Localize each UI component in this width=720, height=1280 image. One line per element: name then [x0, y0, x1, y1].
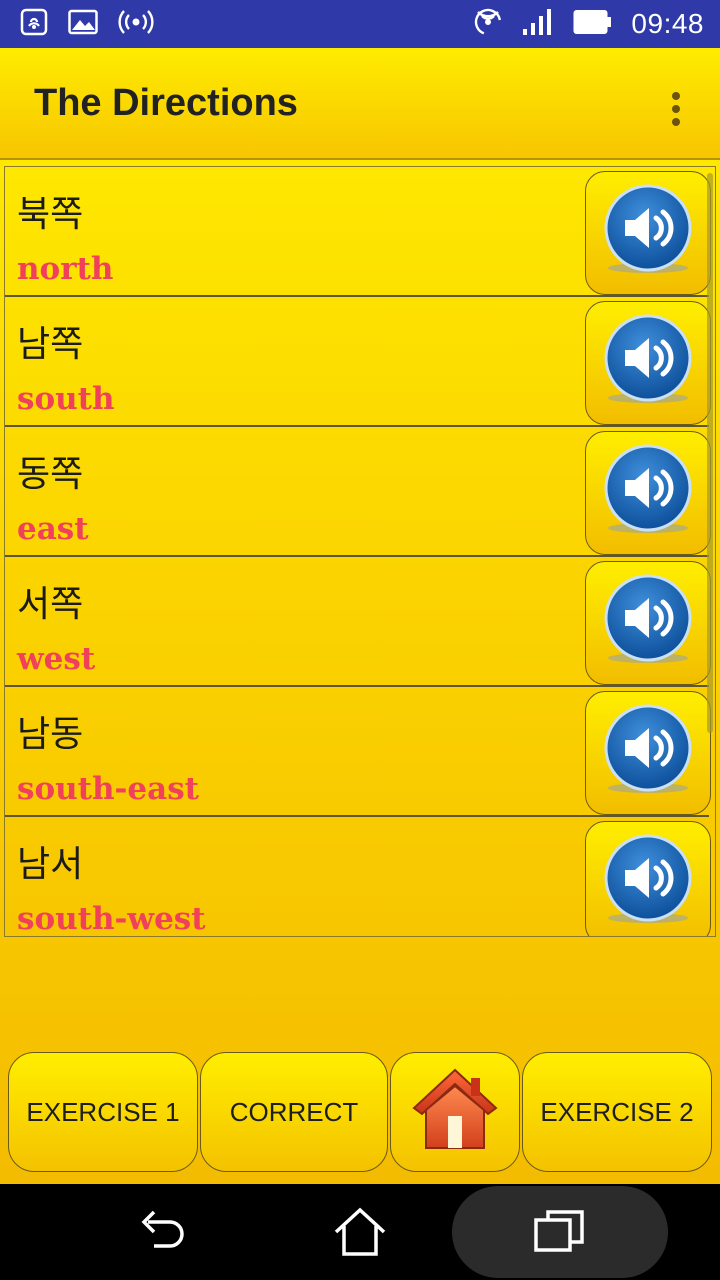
- status-bar: 09:48: [0, 0, 720, 48]
- nfc-icon: [20, 8, 48, 40]
- word-korean: 동쪽: [17, 454, 84, 495]
- list-item: 북쪽 north: [5, 167, 711, 297]
- status-time: 09:48: [631, 8, 704, 39]
- image-icon: [68, 9, 98, 39]
- list-item: 서쪽 west: [5, 557, 711, 687]
- exercise-2-button[interactable]: EXERCISE 2: [522, 1052, 712, 1172]
- list-item: 동쪽 east: [5, 427, 711, 557]
- play-audio-button[interactable]: [585, 171, 711, 295]
- speaker-icon: [599, 182, 697, 284]
- list-scrollbar[interactable]: [707, 173, 713, 733]
- page-title: The Directions: [34, 81, 298, 124]
- word-korean: 서쪽: [17, 584, 84, 625]
- play-audio-button[interactable]: [585, 561, 711, 685]
- play-audio-button[interactable]: [585, 431, 711, 555]
- word-korean: 남동: [17, 714, 84, 755]
- home-icon: [408, 1064, 502, 1161]
- overflow-menu-icon[interactable]: [664, 92, 688, 126]
- word-korean: 남쪽: [17, 324, 84, 365]
- word-english: north: [17, 251, 114, 287]
- word-english: south: [17, 381, 115, 417]
- list-item: 남서 south-west: [5, 817, 711, 937]
- recents-icon[interactable]: [532, 1204, 588, 1264]
- status-right-icons: 09:48: [473, 7, 704, 41]
- speaker-icon: [599, 702, 697, 804]
- list-item: 남동 south-east: [5, 687, 711, 817]
- speaker-icon: [599, 312, 697, 414]
- signal-icon: [521, 7, 555, 41]
- app-bar: The Directions: [0, 48, 720, 160]
- bottom-toolbar: EXERCISE 1 CORRECT EXERCISE 2: [0, 1050, 720, 1174]
- word-list[interactable]: 북쪽 north 남쪽 south 동쪽 east 서쪽 west 남동 sou…: [4, 166, 716, 937]
- wifi-icon: [473, 7, 503, 41]
- hotspot-icon: [118, 9, 154, 39]
- exercise-1-button[interactable]: EXERCISE 1: [8, 1052, 198, 1172]
- word-english: east: [17, 511, 89, 547]
- home-button[interactable]: [390, 1052, 520, 1172]
- play-audio-button[interactable]: [585, 821, 711, 936]
- speaker-icon: [599, 572, 697, 674]
- word-english: south-east: [17, 771, 199, 807]
- list-item: 남쪽 south: [5, 297, 711, 427]
- word-korean: 남서: [17, 844, 84, 885]
- status-left-icons: [20, 8, 154, 40]
- word-korean: 북쪽: [17, 194, 84, 235]
- play-audio-button[interactable]: [585, 301, 711, 425]
- correct-button[interactable]: CORRECT: [200, 1052, 388, 1172]
- system-nav-bar: [0, 1184, 720, 1280]
- play-audio-button[interactable]: [585, 691, 711, 815]
- home-nav-icon[interactable]: [330, 1204, 390, 1264]
- speaker-icon: [599, 832, 697, 934]
- battery-icon: [573, 9, 613, 39]
- word-english: south-west: [17, 901, 206, 937]
- back-icon[interactable]: [134, 1204, 190, 1264]
- speaker-icon: [599, 442, 697, 544]
- word-english: west: [17, 641, 96, 677]
